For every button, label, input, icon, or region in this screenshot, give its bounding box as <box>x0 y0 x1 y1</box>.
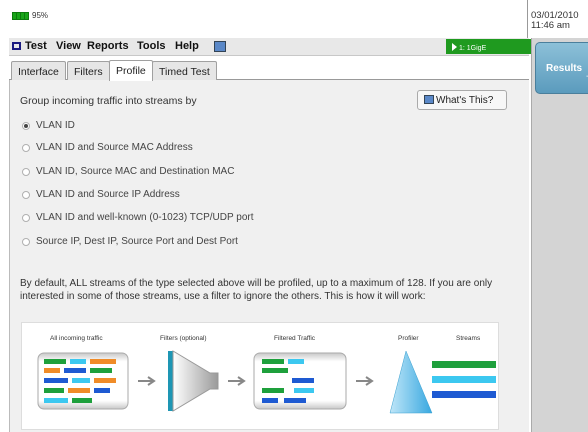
filtered-traffic-pipe <box>253 352 347 410</box>
profile-description: By default, ALL streams of the type sele… <box>20 278 493 302</box>
arrow-icon <box>228 376 246 386</box>
option-label: VLAN ID, Source MAC and Destination MAC <box>36 166 235 177</box>
test-icon <box>12 42 21 50</box>
tab-profile-label: Profile <box>116 65 146 77</box>
group-prompt: Group incoming traffic into streams by <box>20 95 197 107</box>
tab-profile[interactable]: Profile <box>109 60 153 81</box>
status-bar: 95% 03/01/2010 11:46 am <box>0 0 588 38</box>
port-status-label: 1: 1GigE <box>459 45 487 52</box>
traffic-flow-diagram: All incoming traffic Filters (optional) … <box>21 322 499 430</box>
menu-tools[interactable]: Tools <box>137 40 166 52</box>
arrow-icon <box>356 376 374 386</box>
radio-button[interactable] <box>22 191 30 199</box>
radio-button[interactable] <box>22 238 30 246</box>
option-label: VLAN ID and well-known (0-1023) TCP/UDP … <box>36 212 254 223</box>
tab-filters[interactable]: Filters <box>67 61 110 80</box>
whats-this-button[interactable]: What's This? <box>417 90 507 110</box>
profiler-icon <box>389 350 433 414</box>
radio-button[interactable] <box>22 144 30 152</box>
menu-test[interactable]: Test <box>25 40 47 52</box>
arrow-icon <box>138 376 156 386</box>
screen: 95% 03/01/2010 11:46 am Test View Report… <box>0 0 588 432</box>
tab-interface-label: Interface <box>18 66 59 78</box>
radio-button[interactable] <box>22 122 30 130</box>
battery-percent: 95% <box>32 11 49 20</box>
right-panel: Results −▌ <box>531 38 588 432</box>
port-status-indicator[interactable]: 1: 1GigE <box>446 39 537 54</box>
tab-timed-test[interactable]: Timed Test <box>152 61 217 80</box>
menu-bar: Test View Reports Tools Help 1: 1GigE <box>9 38 537 56</box>
menu-view[interactable]: View <box>56 40 81 52</box>
play-icon <box>452 43 457 51</box>
whats-this-label: What's This? <box>436 95 494 106</box>
help-icon[interactable] <box>214 41 226 52</box>
date-time: 03/01/2010 11:46 am <box>527 0 588 38</box>
incoming-traffic-pipe <box>37 352 129 410</box>
battery-icon <box>12 12 29 20</box>
radio-button[interactable] <box>22 214 30 222</box>
tab-filters-label: Filters <box>74 66 103 78</box>
radio-button[interactable] <box>22 168 30 176</box>
tab-bar: Interface Filters Profile Timed Test <box>9 58 529 81</box>
menu-help[interactable]: Help <box>175 40 199 52</box>
option-label: VLAN ID and Source MAC Address <box>36 142 193 153</box>
results-label: Results <box>546 63 583 74</box>
option-label: VLAN ID <box>36 120 75 131</box>
time-text: 11:46 am <box>531 20 570 31</box>
tab-interface[interactable]: Interface <box>11 61 66 80</box>
option-label: VLAN ID and Source IP Address <box>36 189 180 200</box>
diagram-graphics <box>37 350 496 414</box>
tab-timed-test-label: Timed Test <box>159 66 210 78</box>
option-label: Source IP, Dest IP, Source Port and Dest… <box>36 236 238 247</box>
profile-panel: Group incoming traffic into streams by W… <box>9 80 529 432</box>
menu-reports[interactable]: Reports <box>87 40 129 52</box>
results-button[interactable]: Results <box>535 42 588 94</box>
filter-funnel-icon <box>168 350 219 412</box>
help-icon <box>424 95 434 104</box>
streams-output <box>432 361 496 398</box>
